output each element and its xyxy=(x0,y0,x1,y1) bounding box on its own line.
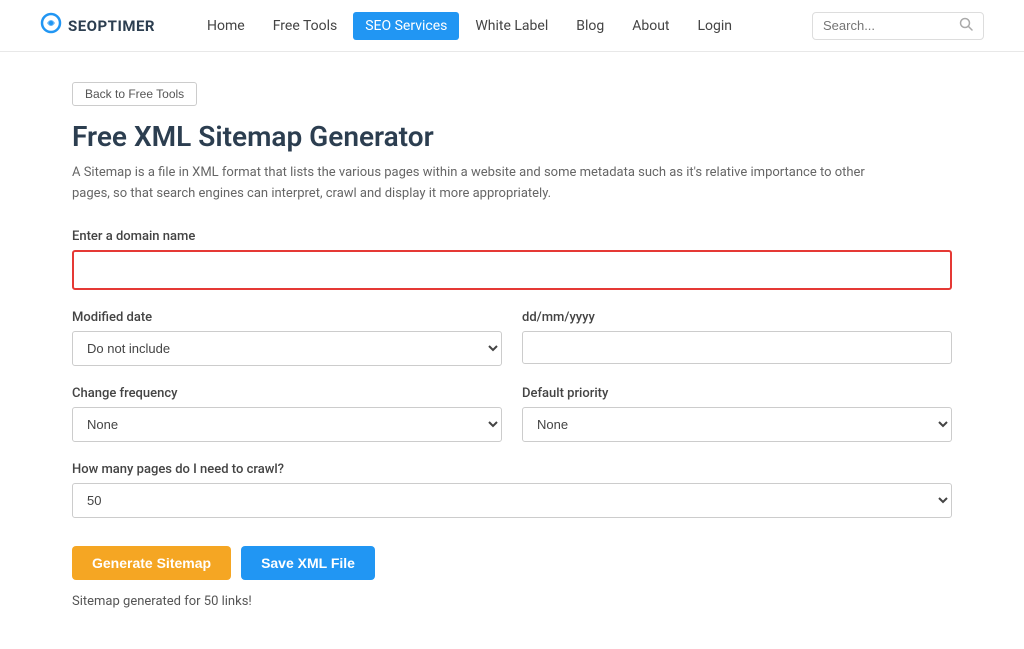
change-freq-label: Change frequency xyxy=(72,386,502,401)
domain-label: Enter a domain name xyxy=(72,229,952,244)
default-priority-label: Default priority xyxy=(522,386,952,401)
page-description: A Sitemap is a file in XML format that l… xyxy=(72,163,892,205)
domain-section: Enter a domain name xyxy=(72,229,952,290)
nav-blog[interactable]: Blog xyxy=(564,12,616,40)
default-priority-select[interactable]: None 0.1 0.2 0.3 0.4 0.5 0.6 0.7 0.8 0.9… xyxy=(522,407,952,442)
main-nav: Home Free Tools SEO Services White Label… xyxy=(195,12,812,40)
change-freq-group: Change frequency None Always Hourly Dail… xyxy=(72,386,502,442)
pages-section: How many pages do I need to crawl? 50 10… xyxy=(72,462,952,518)
modified-date-label: Modified date xyxy=(72,310,502,325)
button-row: Generate Sitemap Save XML File xyxy=(72,546,952,580)
nav-home[interactable]: Home xyxy=(195,12,257,40)
logo[interactable]: SEOPTIMER xyxy=(40,12,155,40)
back-button[interactable]: Back to Free Tools xyxy=(72,82,197,106)
date-field-group: dd/mm/yyyy xyxy=(522,310,952,366)
logo-text: SEOPTIMER xyxy=(68,17,155,35)
modified-date-select[interactable]: Do not include Daily Weekly Monthly xyxy=(72,331,502,366)
pages-select[interactable]: 50 100 200 500 xyxy=(72,483,952,518)
date-row: Modified date Do not include Daily Weekl… xyxy=(72,310,952,366)
pages-label: How many pages do I need to crawl? xyxy=(72,462,952,477)
status-text: Sitemap generated for 50 links! xyxy=(72,594,952,609)
domain-input[interactable] xyxy=(72,250,952,290)
search-input[interactable] xyxy=(823,18,953,33)
date-input[interactable] xyxy=(522,331,952,364)
nav-login[interactable]: Login xyxy=(686,12,745,40)
search-icon xyxy=(959,17,973,35)
modified-date-group: Modified date Do not include Daily Weekl… xyxy=(72,310,502,366)
date-format-label: dd/mm/yyyy xyxy=(522,310,952,325)
page-title: Free XML Sitemap Generator xyxy=(72,120,952,153)
main-content: Back to Free Tools Free XML Sitemap Gene… xyxy=(32,52,992,649)
save-xml-button[interactable]: Save XML File xyxy=(241,546,375,580)
search-box xyxy=(812,12,984,40)
nav-about[interactable]: About xyxy=(620,12,681,40)
nav-free-tools[interactable]: Free Tools xyxy=(261,12,350,40)
generate-button[interactable]: Generate Sitemap xyxy=(72,546,231,580)
default-priority-group: Default priority None 0.1 0.2 0.3 0.4 0.… xyxy=(522,386,952,442)
nav-seo-services[interactable]: SEO Services xyxy=(353,12,459,40)
nav-white-label[interactable]: White Label xyxy=(463,12,560,40)
change-freq-select[interactable]: None Always Hourly Daily Weekly Monthly … xyxy=(72,407,502,442)
freq-priority-row: Change frequency None Always Hourly Dail… xyxy=(72,386,952,442)
logo-icon xyxy=(40,12,62,40)
header: SEOPTIMER Home Free Tools SEO Services W… xyxy=(0,0,1024,52)
